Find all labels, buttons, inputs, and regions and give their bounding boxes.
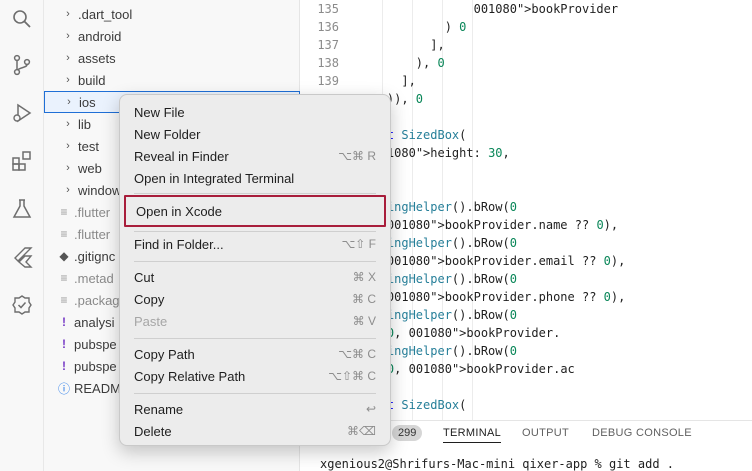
file-icon: ≡	[60, 205, 68, 219]
line-number: 137	[317, 38, 339, 52]
menu-separator	[134, 338, 376, 339]
exclamation-icon: !	[62, 359, 66, 373]
line-number: 136	[317, 20, 339, 34]
line-number: 139	[317, 74, 339, 88]
tab-debug-console[interactable]: DEBUG CONSOLE	[592, 427, 692, 439]
menu-item-delete[interactable]: Delete ⌘⌫	[124, 420, 386, 442]
chevron-right-icon: ›	[66, 140, 70, 152]
menu-separator	[134, 261, 376, 262]
file-icon: ≡	[60, 271, 68, 285]
menu-item-copy-path[interactable]: Copy Path ⌥⌘ C	[124, 343, 386, 365]
menu-separator	[134, 193, 376, 194]
testing-flask-icon[interactable]	[7, 194, 37, 224]
menu-item-reveal-in-finder[interactable]: Reveal in Finder ⌥⌘ R	[124, 145, 386, 167]
tab-output[interactable]: OUTPUT	[522, 427, 569, 439]
problems-count-badge[interactable]: 299	[392, 425, 423, 441]
tree-folder-android[interactable]: › android	[44, 25, 300, 47]
menu-item-paste: Paste ⌘ V	[134, 313, 376, 329]
terminal-output-line[interactable]: xgenious2@Shrifurs-Mac-mini qixer-app % …	[320, 457, 674, 471]
tree-folder-dart-tool[interactable]: › .dart_tool	[44, 3, 300, 25]
chevron-right-icon: ›	[67, 96, 71, 108]
tree-folder-build[interactable]: › build	[44, 69, 300, 91]
context-menu: New File New Folder Reveal in Finder ⌥⌘ R…	[119, 94, 391, 446]
menu-item-open-in-integrated-terminal[interactable]: Open in Integrated Terminal	[124, 167, 386, 189]
menu-item-new-file[interactable]: New File	[124, 101, 386, 123]
flutter-icon[interactable]	[7, 242, 37, 272]
activity-bar	[0, 0, 44, 471]
menu-item-new-folder[interactable]: New Folder	[124, 123, 386, 145]
code-text: ],	[358, 74, 416, 88]
code-text: 001080">bookProvider.email ?? 0),	[386, 254, 626, 268]
chevron-right-icon: ›	[66, 162, 70, 174]
code-text: ],	[358, 38, 445, 52]
menu-separator	[134, 393, 376, 394]
chevron-right-icon: ›	[66, 52, 70, 64]
tab-terminal[interactable]: TERMINAL	[443, 427, 502, 443]
menu-item-copy[interactable]: Copy ⌘ C	[124, 288, 386, 310]
search-icon[interactable]	[7, 4, 37, 34]
line-number: 138	[317, 56, 339, 70]
chevron-right-icon: ›	[66, 118, 70, 130]
code-line[interactable]: 135 001080">bookProvider	[300, 0, 752, 18]
code-text: 001080">bookProvider.name ?? 0),	[386, 218, 619, 232]
tree-folder-assets[interactable]: › assets	[44, 47, 300, 69]
menu-separator	[134, 231, 376, 232]
file-icon: ≡	[60, 227, 68, 241]
line-number: 135	[317, 2, 339, 16]
menu-item-find-in-folder[interactable]: Find in Folder... ⌥⇧ F	[124, 233, 386, 255]
code-line[interactable]: 139 ],	[300, 72, 752, 90]
code-line[interactable]: 138 ), 0	[300, 54, 752, 72]
code-text: 001080">bookProvider.phone ?? 0),	[386, 290, 626, 304]
menu-item-cut[interactable]: Cut ⌘ X	[124, 266, 386, 288]
code-text: 001080">bookProvider	[473, 2, 619, 16]
code-text: ), 0	[358, 56, 445, 70]
run-debug-icon[interactable]	[7, 98, 37, 128]
source-control-icon[interactable]	[7, 50, 37, 80]
chevron-right-icon: ›	[66, 8, 70, 20]
menu-item-open-in-xcode[interactable]: Open in Xcode	[124, 195, 386, 227]
git-icon: ◆	[59, 249, 69, 263]
chevron-right-icon: ›	[66, 30, 70, 42]
menu-item-copy-relative-path[interactable]: Copy Relative Path ⌥⇧⌘ C	[124, 365, 386, 387]
code-text: ) 0	[358, 20, 467, 34]
info-icon: ⓘ	[58, 381, 71, 396]
code-line[interactable]: 137 ],	[300, 36, 752, 54]
extensions-icon[interactable]	[7, 146, 37, 176]
file-icon: ≡	[60, 293, 68, 307]
code-line[interactable]: 136 ) 0	[300, 18, 752, 36]
verified-badge-icon[interactable]	[7, 290, 37, 320]
exclamation-icon: !	[62, 315, 66, 329]
chevron-right-icon: ›	[66, 184, 70, 196]
exclamation-icon: !	[62, 337, 66, 351]
menu-item-rename[interactable]: Rename ↩	[124, 398, 386, 420]
chevron-right-icon: ›	[66, 74, 70, 86]
